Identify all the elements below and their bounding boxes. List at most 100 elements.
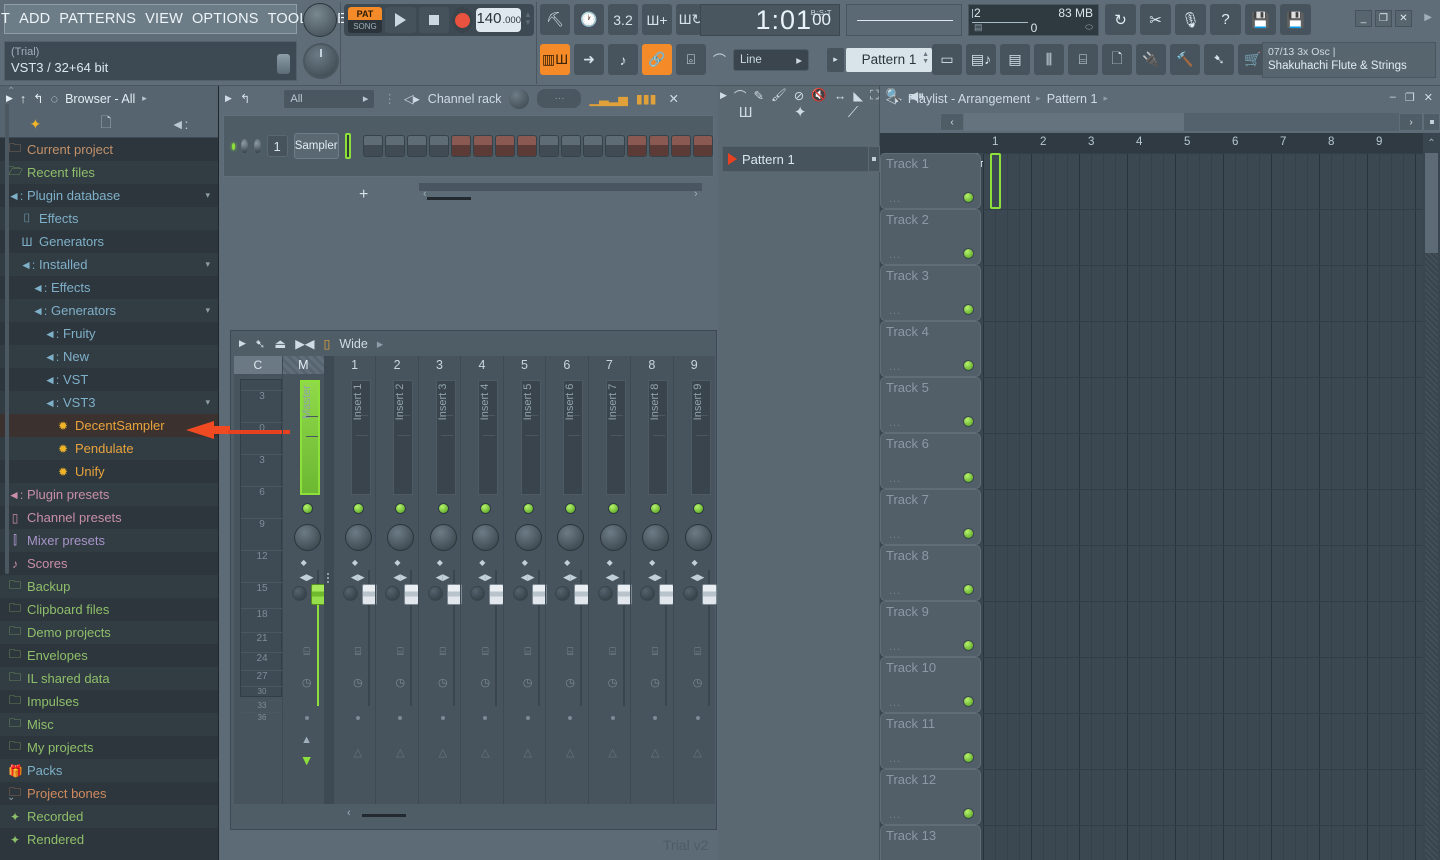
record-button[interactable]: [452, 7, 474, 33]
arm-disk-icon[interactable]: ⏏: [274, 336, 286, 351]
chevron-down-icon[interactable]: ▾: [205, 397, 210, 408]
count-in-icon[interactable]: 3.2: [608, 4, 638, 35]
mixer-dot[interactable]: [568, 716, 573, 720]
mixer-small-knob[interactable]: [385, 586, 401, 601]
graph-editor-icon[interactable]: ▁▃▂▅: [589, 91, 627, 106]
mixer-dot[interactable]: [355, 716, 360, 720]
mixer-pan-knob[interactable]: [642, 524, 670, 551]
browser-tree[interactable]: 🗀 Current project 🗁 Recent files ◄: Plugin da…: [0, 138, 218, 860]
close-icon[interactable]: ✕: [1424, 91, 1433, 104]
browser-item-current-project[interactable]: 🗀 Current project: [0, 138, 218, 161]
channel-led[interactable]: [232, 142, 236, 150]
step-sequencer-icon[interactable]: ▥Ш: [540, 44, 570, 75]
keyboard-editor-icon[interactable]: ▮▮▮: [636, 91, 657, 106]
playlist-track-dots[interactable]: ...: [889, 361, 901, 373]
playlist-track-led[interactable]: [963, 304, 974, 315]
pattern-length-field[interactable]: ···: [537, 89, 582, 108]
playlist-track-led[interactable]: [963, 528, 974, 539]
playlist-track-dots[interactable]: ...: [889, 529, 901, 541]
playlist-track-dots[interactable]: ...: [889, 753, 901, 765]
menu-item-options[interactable]: OPTIONS: [192, 11, 259, 27]
playlist-track-dots[interactable]: ...: [889, 809, 901, 821]
stereo-separation-icon[interactable]: ◆: [479, 559, 485, 567]
knob-icon[interactable]: ⌻: [676, 44, 706, 75]
mixer-pan-knob[interactable]: [472, 524, 500, 551]
browser-item-new[interactable]: ◄: New: [0, 345, 218, 368]
pan-icon[interactable]: ◀▶: [436, 573, 450, 582]
mixer-track-insert-3[interactable]: 3 Insert 3 ◆ ◀▶ ⌸ ◷ △: [417, 356, 462, 804]
chevron-right-icon[interactable]: ▸: [142, 93, 147, 104]
step-button[interactable]: [671, 135, 691, 157]
mixer-track-led[interactable]: [480, 503, 492, 514]
playlist-track-led[interactable]: [963, 472, 974, 483]
pan-icon[interactable]: ◀▶: [393, 573, 407, 582]
playlist-track-header[interactable]: Track 5...: [880, 377, 981, 433]
scroll-right-button[interactable]: ›: [1399, 113, 1423, 131]
microphone-icon[interactable]: 🎙: [1175, 4, 1206, 35]
browser-item-pendulate[interactable]: ✹ Pendulate: [0, 437, 218, 460]
pattern-name-field[interactable]: Pattern 1 ▲ ▼: [846, 47, 933, 72]
playlist-track-header[interactable]: Track 13...: [880, 825, 981, 860]
browser-item-envelopes[interactable]: 🗀 Envelopes: [0, 644, 218, 667]
view-toggle-icon[interactable]: ▯: [323, 336, 330, 351]
mixer-eq-icon[interactable]: ⌸: [674, 646, 722, 659]
channel-filter-selector[interactable]: All ▸: [283, 88, 376, 109]
stereo-separation-icon[interactable]: ◆: [301, 559, 307, 567]
slip-tool-icon[interactable]: ↔: [834, 89, 847, 103]
browser-scroll-thumb[interactable]: [5, 104, 9, 574]
playlist-hscrollbar[interactable]: [964, 113, 1399, 131]
draw-tool-icon[interactable]: ✎: [753, 88, 763, 103]
zoom-tool-icon[interactable]: 🔍: [886, 88, 902, 103]
help-icon[interactable]: ?: [1210, 4, 1241, 35]
browser-item-installed[interactable]: ◄: Installed ▾: [0, 253, 218, 276]
pan-icon[interactable]: ◀▶: [563, 573, 577, 582]
chevron-right-icon[interactable]: ▶: [225, 93, 232, 104]
playlist-grid[interactable]: [983, 153, 1423, 860]
chevron-right-icon[interactable]: ▶: [239, 338, 246, 349]
mixer-track-insert-1[interactable]: 1 Insert 1 ◆ ◀▶ ⌸ ◷ △: [332, 356, 377, 804]
browser-item-rendered[interactable]: ✦ Rendered: [0, 828, 218, 851]
mixer-track-led[interactable]: [437, 503, 449, 514]
channel-pan-knob[interactable]: [241, 139, 249, 153]
mixer-pan-knob[interactable]: [684, 524, 712, 551]
browser-item-vst[interactable]: ◄: VST: [0, 368, 218, 391]
playlist-track-header[interactable]: Track 3...: [880, 265, 981, 321]
stereo-separation-icon[interactable]: ◆: [522, 559, 528, 567]
pan-icon[interactable]: ◀▶: [300, 573, 314, 582]
scroll-up-icon[interactable]: ⌃: [7, 86, 15, 97]
step-button[interactable]: [473, 135, 493, 157]
mixer-pan-knob[interactable]: [557, 524, 585, 551]
step-button[interactable]: [385, 135, 405, 157]
undo-icon[interactable]: ↰: [240, 91, 250, 106]
plugin-picker-icon[interactable]: 🔌: [1136, 44, 1166, 75]
mixer-dot[interactable]: [304, 716, 309, 720]
pattern-spinner[interactable]: ▲ ▼: [922, 51, 929, 65]
channel-rack-hscroll[interactable]: [419, 183, 702, 191]
mixer-dot[interactable]: [695, 716, 700, 720]
piano-roll-tab-icon[interactable]: Ш: [739, 104, 753, 121]
mixer-track-led[interactable]: [395, 503, 407, 514]
mixer-track-led[interactable]: [352, 503, 364, 514]
pan-icon[interactable]: ◀▶: [351, 573, 365, 582]
playlist-track-header[interactable]: Track 11...: [880, 713, 981, 769]
menu-item-add[interactable]: ADD: [19, 11, 50, 27]
playlist-scroll-corner[interactable]: [1423, 113, 1440, 131]
stereo-separation-icon[interactable]: ◆: [649, 559, 655, 567]
online-content-icon[interactable]: ➷: [1204, 44, 1234, 75]
swing-knob[interactable]: [509, 88, 530, 109]
toolbar-overflow-arrow[interactable]: ▶: [1424, 12, 1432, 23]
play-button[interactable]: [384, 7, 416, 33]
playlist-window-icon[interactable]: ▭: [932, 44, 962, 75]
playlist-ruler[interactable]: 1 2 3 4 5 6 7 8 9: [880, 133, 1440, 153]
chevron-right-icon[interactable]: ▶: [720, 90, 727, 101]
scroll-left-button[interactable]: ‹: [940, 113, 964, 131]
mixer-scroll-thumb[interactable]: [362, 814, 406, 817]
mixer-pan-knob[interactable]: [387, 524, 415, 551]
scroll-left-icon[interactable]: ‹: [347, 807, 351, 819]
pattern-menu-button[interactable]: ▸: [827, 47, 845, 72]
export-icon[interactable]: 💾: [1280, 4, 1311, 35]
master-volume-knob[interactable]: [303, 43, 339, 79]
browser-item-il-shared-data[interactable]: 🗀 IL shared data: [0, 667, 218, 690]
grip-icon[interactable]: ⋮: [383, 91, 396, 106]
playlist-track-header[interactable]: Track 4...: [880, 321, 981, 377]
